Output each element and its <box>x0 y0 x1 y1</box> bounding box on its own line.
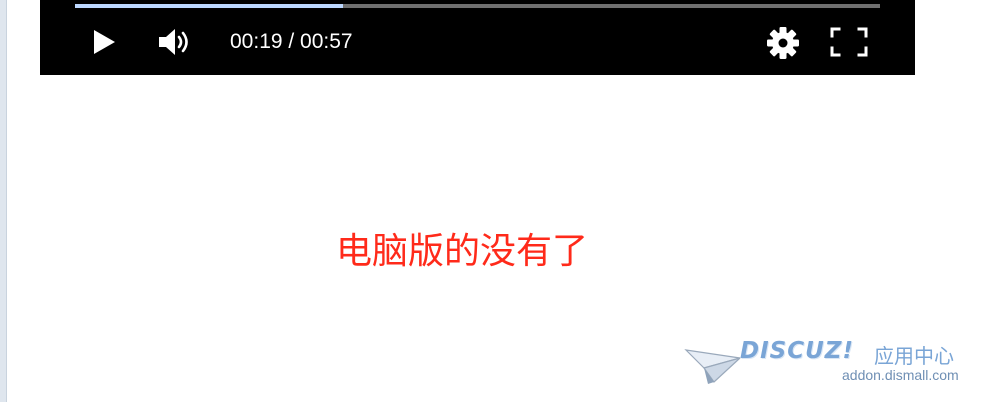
progress-bar-fill <box>75 4 344 8</box>
watermark-brand: DISCUZ! <box>740 338 854 364</box>
watermark: DISCUZ! 应用中心 addon.dismall.com <box>684 338 974 388</box>
left-border <box>0 0 7 402</box>
paper-plane-logo-icon <box>684 349 741 384</box>
watermark-label: 应用中心 <box>874 344 954 368</box>
notice-text: 电脑版的没有了 <box>336 231 589 272</box>
fullscreen-icon <box>830 27 868 57</box>
time-display: 00:19 / 00:57 <box>230 30 353 53</box>
gear-icon <box>767 27 799 59</box>
play-button[interactable] <box>88 26 120 58</box>
progress-bar[interactable] <box>75 4 880 8</box>
video-player[interactable]: 00:19 / 00:57 <box>40 0 915 75</box>
watermark-url: addon.dismall.com <box>842 367 959 383</box>
settings-button[interactable] <box>764 24 802 62</box>
play-icon <box>94 30 115 54</box>
volume-icon <box>159 29 188 55</box>
fullscreen-button[interactable] <box>828 24 870 60</box>
volume-button[interactable] <box>156 26 196 58</box>
